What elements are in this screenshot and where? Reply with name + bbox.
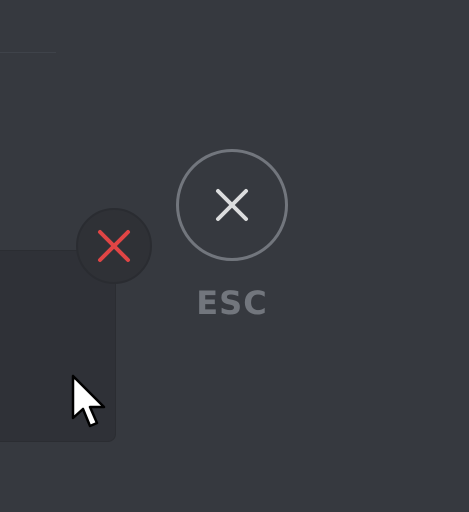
settings-overlay: ESC	[0, 0, 469, 512]
panel-close-button[interactable]	[76, 208, 152, 284]
mouse-cursor-icon	[71, 374, 106, 428]
x-icon	[216, 189, 248, 221]
esc-close-button[interactable]	[176, 149, 288, 261]
esc-label: ESC	[196, 284, 268, 322]
x-icon	[98, 230, 130, 262]
divider	[0, 52, 56, 53]
